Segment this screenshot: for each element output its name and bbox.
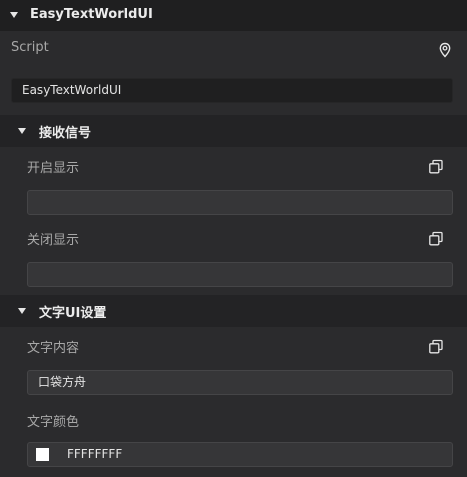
location-pin-icon[interactable] — [437, 42, 453, 58]
hide-label: 关闭显示 — [27, 233, 80, 248]
copy-icon[interactable] — [428, 159, 444, 175]
copy-icon[interactable] — [428, 231, 444, 247]
hide-signal-field[interactable] — [27, 262, 453, 287]
copy-icon[interactable] — [428, 339, 444, 355]
section-header-receive-signal[interactable]: 接收信号 — [0, 115, 467, 147]
section-header-text-ui-settings[interactable]: 文字UI设置 — [0, 295, 467, 327]
component-title: EasyTextWorldUI — [30, 7, 153, 22]
color-swatch[interactable] — [36, 448, 49, 461]
show-label: 开启显示 — [27, 161, 80, 176]
section-title-text-ui-settings: 文字UI设置 — [39, 306, 107, 321]
text-content-label: 文字内容 — [27, 341, 80, 356]
component-header[interactable]: EasyTextWorldUI — [0, 0, 467, 31]
script-field[interactable]: EasyTextWorldUI — [11, 78, 453, 103]
collapse-triangle-icon[interactable] — [18, 128, 26, 134]
color-hex-value: FFFFFFFF — [67, 447, 123, 461]
collapse-triangle-icon[interactable] — [18, 308, 26, 314]
text-color-field[interactable]: FFFFFFFF — [27, 442, 453, 467]
inspector-panel: EasyTextWorldUI Script EasyTextWorldUI 接… — [0, 0, 467, 477]
text-color-label: 文字颜色 — [27, 415, 80, 430]
show-signal-field[interactable] — [27, 190, 453, 215]
text-content-field[interactable]: 口袋方舟 — [27, 370, 453, 395]
script-label: Script — [11, 40, 49, 55]
section-title-receive-signal: 接收信号 — [39, 126, 92, 141]
collapse-triangle-icon[interactable] — [10, 12, 18, 18]
